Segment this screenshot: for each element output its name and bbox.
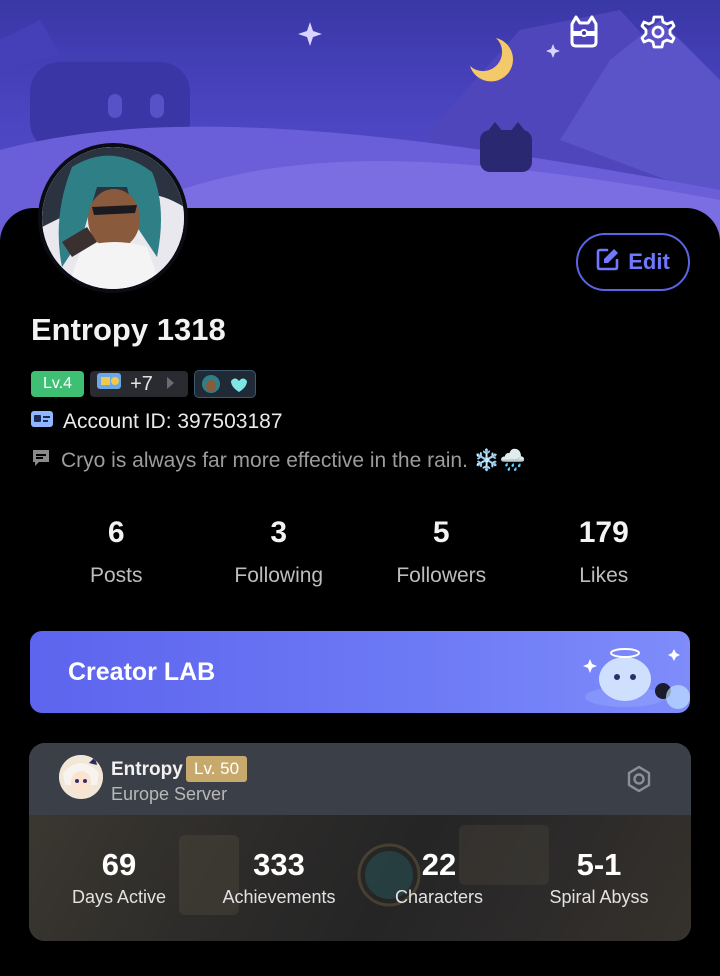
stat-label: Posts	[89, 564, 143, 587]
medals-more-count: +7	[130, 372, 153, 395]
account-id-text: Account ID: 397503187	[63, 410, 283, 433]
creator-lab-banner[interactable]: Creator LAB	[30, 631, 690, 713]
game-stat-value: 69	[101, 847, 137, 882]
avatar[interactable]	[38, 143, 188, 293]
frame-badge-icon	[202, 375, 248, 393]
stat-posts[interactable]: 6 Posts	[35, 516, 198, 588]
game-level-badge: Lv. 50	[186, 756, 248, 782]
game-stat-spiral-abyss: 5-1 Spiral Abyss	[534, 847, 664, 908]
gear-icon[interactable]	[625, 765, 653, 798]
game-stat-achievements: 333 Achievements	[214, 847, 344, 908]
mascot-icon	[583, 648, 690, 709]
edit-profile-button[interactable]: Edit	[576, 233, 690, 291]
edit-icon	[596, 247, 620, 277]
edit-label: Edit	[628, 249, 670, 274]
stat-label: Likes	[579, 564, 629, 587]
game-server: Europe Server	[111, 784, 228, 804]
message-icon	[31, 448, 51, 474]
game-stat-value: 22	[421, 847, 457, 882]
account-id-row: Account ID: 397503187	[31, 410, 283, 434]
game-stat-label: Spiral Abyss	[549, 887, 649, 907]
cat-box-icon[interactable]	[566, 14, 606, 54]
stat-value: 5	[432, 516, 450, 549]
game-stat-characters: 22 Characters	[384, 847, 494, 908]
game-stat-label: Achievements	[222, 887, 336, 907]
stat-label: Followers	[396, 564, 487, 587]
chevron-right-icon	[165, 373, 175, 396]
stat-likes[interactable]: 179 Likes	[523, 516, 686, 588]
game-record-card[interactable]: Entropy Lv. 50 Europe Server 69 Days Act…	[29, 743, 691, 941]
game-stat-value: 5-1	[576, 847, 622, 882]
stat-following[interactable]: 3 Following	[198, 516, 361, 588]
game-avatar	[59, 755, 103, 799]
profile-stats: 6 Posts 3 Following 5 Followers 179 Like…	[35, 516, 685, 588]
stat-label: Following	[234, 564, 324, 587]
bio-row: Cryo is always far more effective in the…	[31, 448, 526, 474]
stat-value: 179	[578, 516, 629, 549]
id-card-icon	[31, 410, 53, 434]
username: Entropy 1318	[31, 312, 226, 347]
game-card-header: Entropy Lv. 50 Europe Server	[29, 743, 691, 815]
gear-icon[interactable]	[640, 14, 680, 54]
game-stat-label: Characters	[394, 887, 484, 907]
game-character-name: Entropy	[111, 759, 183, 780]
level-badge: Lv.4	[31, 371, 85, 397]
stat-value: 6	[107, 516, 125, 549]
game-stat-value: 333	[253, 847, 305, 882]
creator-lab-label: Creator LAB	[68, 658, 216, 686]
avatar-frame-badge[interactable]	[194, 370, 257, 398]
badge-row: Lv.4 +7	[31, 369, 257, 399]
game-stat-days-active: 69 Days Active	[69, 847, 169, 908]
stat-value: 3	[270, 516, 288, 549]
medal-icon	[94, 369, 124, 399]
game-stat-label: Days Active	[71, 887, 167, 907]
stat-followers[interactable]: 5 Followers	[360, 516, 523, 588]
bio-text: Cryo is always far more effective in the…	[61, 449, 527, 472]
medals-button[interactable]: +7	[90, 369, 189, 399]
